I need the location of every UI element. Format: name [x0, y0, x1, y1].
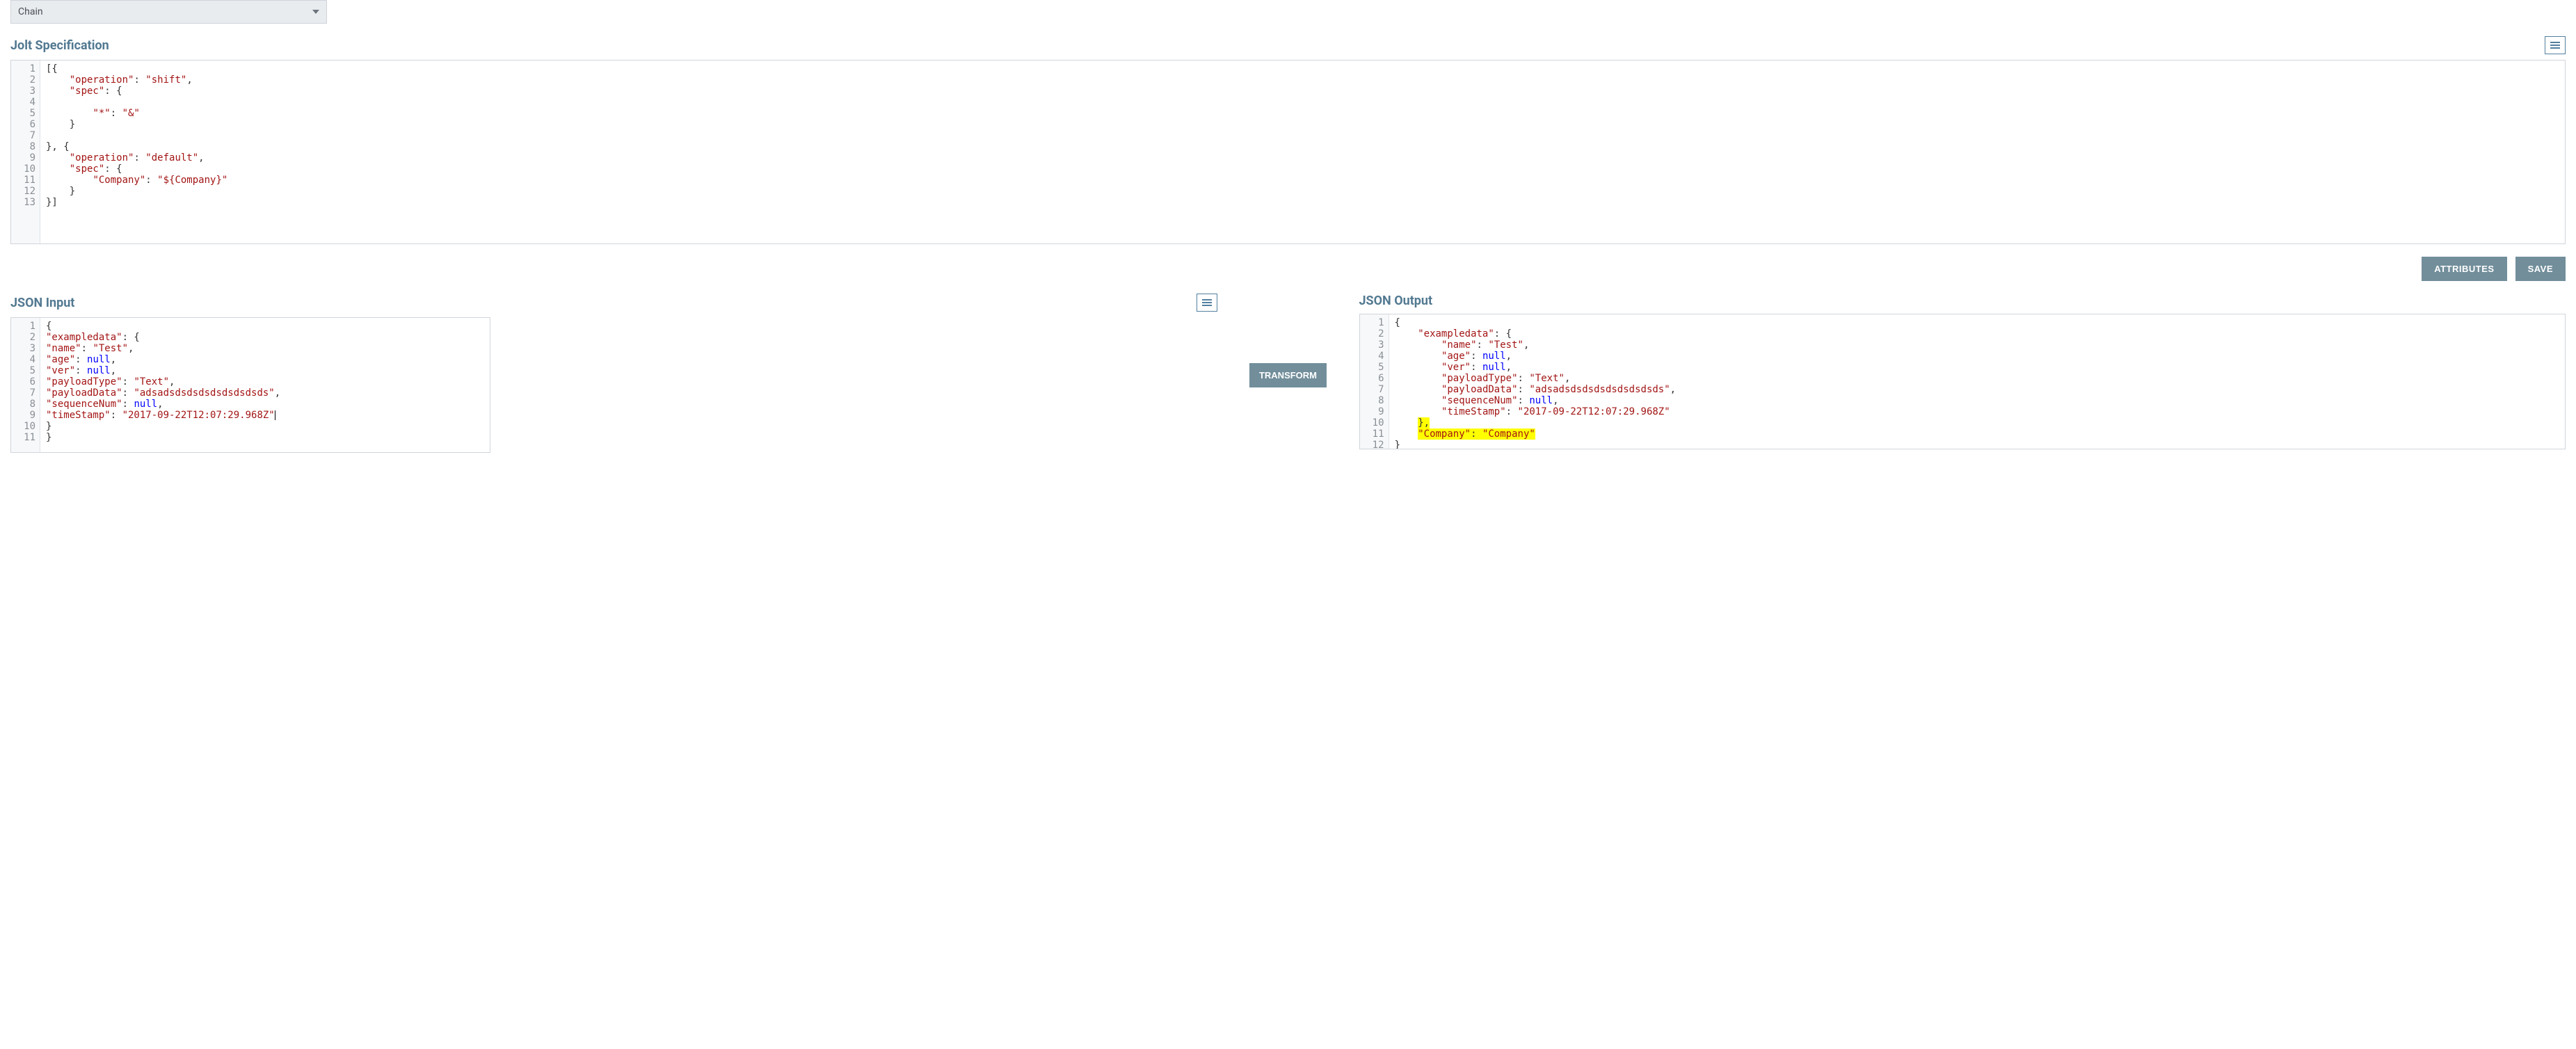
spec-editor[interactable]: 12345678910111213 [{ "operation": "shift… [10, 60, 2566, 244]
save-button[interactable]: SAVE [2515, 257, 2566, 281]
spec-header: Jolt Specification [10, 36, 2566, 54]
input-column: JSON Input 1234567891011 {"exampledata":… [10, 294, 1217, 453]
output-code[interactable]: { "exampledata": { "name": "Test", "age"… [1389, 314, 2566, 449]
spec-code[interactable]: [{ "operation": "shift", "spec": { "*": … [40, 61, 2565, 243]
align-justify-icon [1202, 299, 1212, 306]
output-editor[interactable]: 123456789101112 { "exampledata": { "name… [1359, 314, 2566, 449]
operation-select-value: Chain [18, 6, 43, 17]
output-gutter: 123456789101112 [1360, 314, 1389, 449]
align-justify-icon [2550, 42, 2560, 49]
transform-button[interactable]: TRANSFORM [1249, 363, 1327, 387]
chevron-down-icon [312, 10, 319, 14]
output-title: JSON Output [1359, 294, 1433, 308]
operation-select[interactable]: Chain [10, 0, 327, 24]
spec-format-button[interactable] [2545, 36, 2566, 54]
io-grid: JSON Input 1234567891011 {"exampledata":… [10, 294, 2566, 453]
spec-gutter: 12345678910111213 [11, 61, 40, 243]
input-format-button[interactable] [1197, 294, 1217, 312]
input-editor[interactable]: 1234567891011 {"exampledata": {"name": "… [10, 317, 490, 453]
action-button-row: ATTRIBUTES SAVE [10, 257, 2566, 281]
input-gutter: 1234567891011 [11, 318, 40, 452]
transform-column: TRANSFORM [1226, 294, 1351, 387]
output-column: JSON Output 123456789101112 { "exampleda… [1359, 294, 2566, 449]
attributes-button[interactable]: ATTRIBUTES [2422, 257, 2506, 281]
spec-title: Jolt Specification [10, 38, 109, 53]
output-header: JSON Output [1359, 294, 2566, 308]
input-title: JSON Input [10, 296, 74, 310]
input-code[interactable]: {"exampledata": {"name": "Test","age": n… [40, 318, 490, 452]
input-header: JSON Input [10, 294, 1217, 312]
